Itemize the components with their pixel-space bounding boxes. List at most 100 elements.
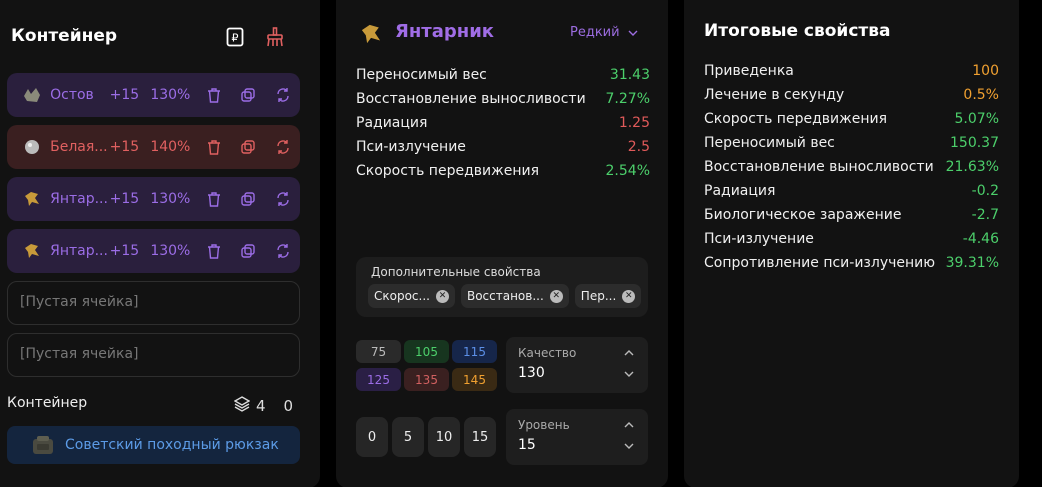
quality-preset-button[interactable]: 145 <box>452 368 497 391</box>
stat-label: Радиация <box>356 115 428 131</box>
artifact-stat-row: Пси-излучение 2.5 <box>356 139 650 163</box>
close-icon[interactable]: ✕ <box>622 289 636 303</box>
close-icon[interactable]: ✕ <box>549 289 563 303</box>
slot-row-3[interactable]: Янтар... +15 130% <box>7 177 300 221</box>
total-stat-row: Радиация -0.2 <box>704 183 999 207</box>
layers-count: 4 <box>256 397 266 415</box>
stat-value: -2.7 <box>971 207 999 223</box>
ruble-doc-icon[interactable]: ₽ <box>224 26 246 48</box>
level-label: Уровень <box>518 418 570 432</box>
quality-preset-button[interactable]: 125 <box>356 368 401 391</box>
slot-percent: 130% <box>150 87 191 103</box>
rarity-value: Редкий <box>570 25 620 40</box>
chevron-up-icon[interactable] <box>624 420 634 431</box>
stat-label: Радиация <box>704 183 776 199</box>
broom-icon[interactable] <box>264 26 286 48</box>
slot-row-4[interactable]: Янтар... +15 130% <box>7 229 300 273</box>
slot-level: +15 <box>109 87 140 103</box>
slot-row-2[interactable]: Белая... +15 140% <box>7 125 300 169</box>
swap-icon[interactable] <box>265 136 300 158</box>
swap-icon[interactable] <box>265 240 300 262</box>
container-panel: Контейнер ₽ Остов +15 130% Белая... +15 … <box>0 0 320 487</box>
stat-value: 7.27% <box>605 91 650 107</box>
stat-value: 2.54% <box>605 163 650 179</box>
slot-row-1[interactable]: Остов +15 130% <box>7 73 300 117</box>
property-chip[interactable]: Скорос... ✕ <box>368 284 455 308</box>
level-stepper[interactable]: Уровень 15 <box>506 409 648 465</box>
stat-label: Лечение в секунду <box>704 87 845 103</box>
property-chip[interactable]: Восстанов... ✕ <box>460 284 569 308</box>
copy-icon[interactable] <box>231 240 266 262</box>
backpack-label: Советский походный рюкзак <box>65 437 279 453</box>
stat-value: 0.5% <box>963 87 999 103</box>
slot-level: +15 <box>109 243 140 259</box>
chevron-down-icon[interactable] <box>624 369 634 380</box>
slot-name: Янтар... <box>50 243 108 259</box>
artifact-panel: Янтарник Редкий Переносимый вес 31.43 Во… <box>336 0 668 487</box>
svg-text:₽: ₽ <box>232 32 239 45</box>
trash-icon[interactable] <box>196 84 231 106</box>
artifact-thumb-icon <box>21 136 42 158</box>
property-chip[interactable]: Пер... ✕ <box>574 284 642 308</box>
chevron-up-icon[interactable] <box>624 348 634 359</box>
total-stat-row: Переносимый вес 150.37 <box>704 135 999 159</box>
copy-icon[interactable] <box>231 84 266 106</box>
stat-value: 150.37 <box>950 135 999 151</box>
total-stat-row: Восстановление выносливости 21.63% <box>704 159 999 183</box>
chevron-down-icon <box>628 25 638 40</box>
level-preset-button[interactable]: 15 <box>464 417 496 457</box>
quality-preset-button[interactable]: 105 <box>404 340 449 363</box>
stat-value: 21.63% <box>945 159 999 175</box>
trash-icon[interactable] <box>196 188 231 210</box>
stat-label: Переносимый вес <box>356 67 487 83</box>
stat-value: 39.31% <box>945 255 999 271</box>
quality-preset-button[interactable]: 135 <box>404 368 449 391</box>
slot-name: Янтар... <box>50 191 108 207</box>
slot-level: +15 <box>109 139 140 155</box>
level-preset-button[interactable]: 5 <box>392 417 424 457</box>
empty-slot[interactable]: [Пустая ячейка] <box>7 281 300 325</box>
artifact-title: Янтарник <box>395 21 495 42</box>
artifact-stat-row: Скорость передвижения 2.54% <box>356 163 650 187</box>
layers-icon <box>233 396 251 416</box>
total-properties-title: Итоговые свойства <box>704 21 891 41</box>
empty-slot[interactable]: [Пустая ячейка] <box>7 333 300 377</box>
stat-label: Скорость передвижения <box>704 111 887 127</box>
quality-preset-button[interactable]: 75 <box>356 340 401 363</box>
stat-value: 31.43 <box>609 67 650 83</box>
chevron-down-icon[interactable] <box>624 441 634 452</box>
backpack-button[interactable]: Советский походный рюкзак <box>7 426 300 464</box>
total-stat-row: Пси-излучение -4.46 <box>704 231 999 255</box>
stat-label: Скорость передвижения <box>356 163 539 179</box>
stat-label: Восстановление выносливости <box>356 91 586 107</box>
close-icon[interactable]: ✕ <box>435 289 449 303</box>
level-preset-button[interactable]: 0 <box>356 417 388 457</box>
rarity-select[interactable]: Редкий <box>570 25 638 40</box>
quality-preset-button[interactable]: 115 <box>452 340 497 363</box>
container-title: Контейнер <box>11 26 118 46</box>
amber-artifact-icon <box>21 188 42 210</box>
stat-label: Пси-излучение <box>356 139 466 155</box>
quality-value: 130 <box>518 365 545 381</box>
total-stat-row: Скорость передвижения 5.07% <box>704 111 999 135</box>
total-stat-row: Сопротивление пси-излучению 39.31% <box>704 255 999 279</box>
swap-icon[interactable] <box>265 188 300 210</box>
level-preset-button[interactable]: 10 <box>428 417 460 457</box>
quality-label: Качество <box>518 346 577 360</box>
swap-icon[interactable] <box>265 84 300 106</box>
backpack-icon <box>31 434 55 456</box>
trash-icon[interactable] <box>196 240 231 262</box>
trash-icon[interactable] <box>196 136 231 158</box>
additional-label: Дополнительные свойства <box>371 265 541 279</box>
total-stat-row: Приведенка 100 <box>704 63 999 87</box>
amber-artifact-icon <box>358 21 384 51</box>
quality-stepper[interactable]: Качество 130 <box>506 337 648 393</box>
slot-name: Остов <box>50 87 94 103</box>
artifact-stat-row: Радиация 1.25 <box>356 115 650 139</box>
container-label: Контейнер <box>7 395 88 411</box>
stat-value: 100 <box>972 63 999 79</box>
copy-icon[interactable] <box>231 136 266 158</box>
artifact-stat-row: Переносимый вес 31.43 <box>356 67 650 91</box>
zero-count: 0 <box>283 397 294 415</box>
copy-icon[interactable] <box>231 188 266 210</box>
